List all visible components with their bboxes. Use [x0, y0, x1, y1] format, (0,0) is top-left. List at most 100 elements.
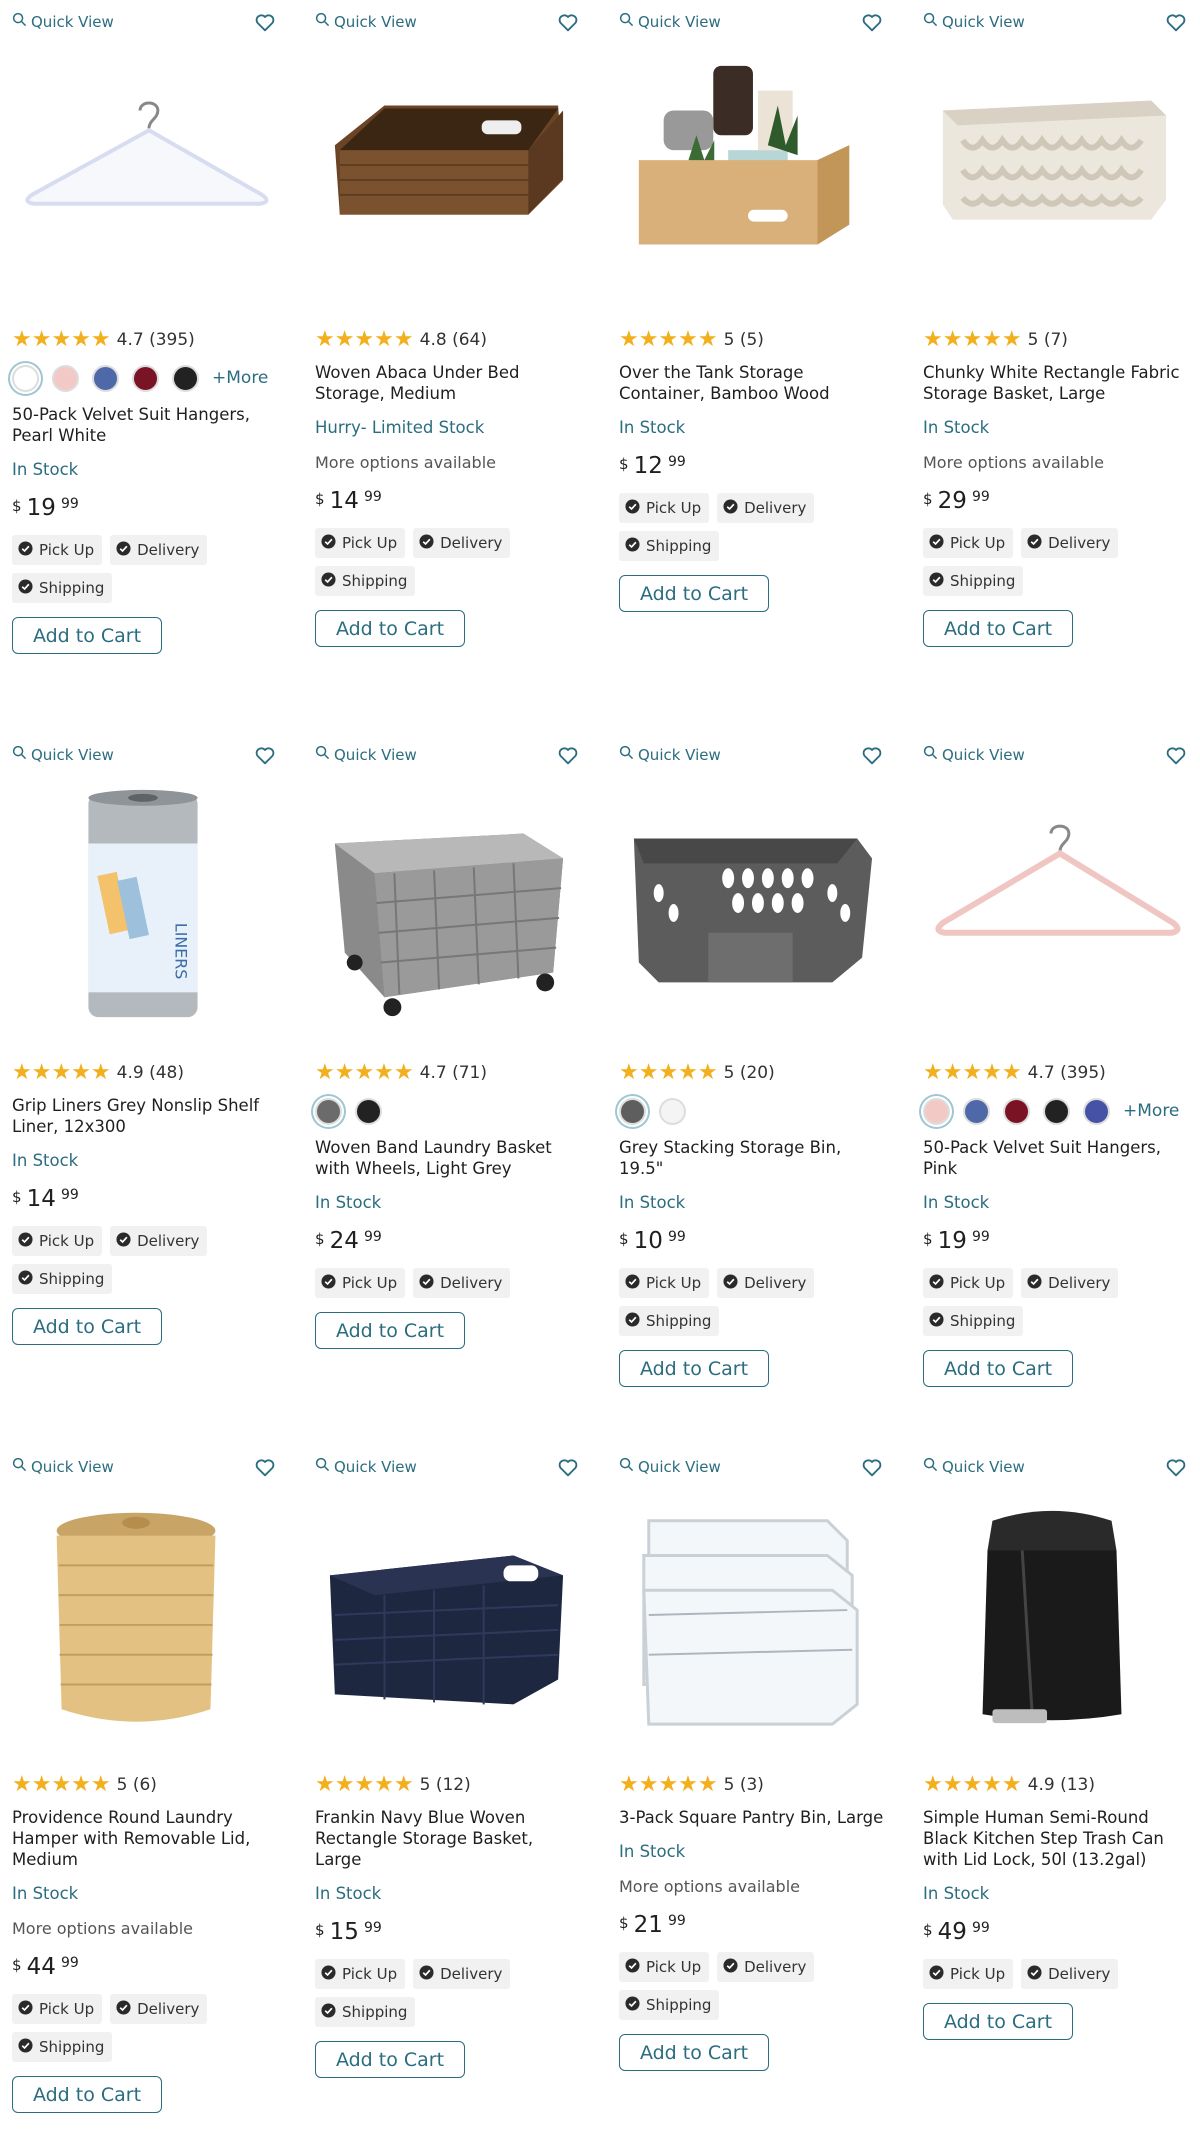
color-swatch[interactable]: [619, 1097, 646, 1125]
product-title[interactable]: Grey Stacking Storage Bin, 19.5": [619, 1137, 887, 1179]
quick-view-link[interactable]: Quick View: [923, 745, 1025, 764]
add-to-cart-button[interactable]: Add to Cart: [12, 2076, 162, 2113]
add-to-cart-button[interactable]: Add to Cart: [619, 2034, 769, 2071]
add-to-cart-button[interactable]: Add to Cart: [315, 610, 465, 647]
add-to-cart-button[interactable]: Add to Cart: [619, 1350, 769, 1387]
add-to-cart-button[interactable]: Add to Cart: [619, 575, 769, 612]
quick-view-label: Quick View: [638, 745, 721, 764]
heart-icon[interactable]: [254, 12, 276, 34]
quick-view-label: Quick View: [334, 745, 417, 764]
color-swatch[interactable]: [92, 364, 119, 392]
product-title[interactable]: Over the Tank Storage Container, Bamboo …: [619, 362, 887, 404]
add-to-cart-button[interactable]: Add to Cart: [12, 1308, 162, 1345]
quick-view-link[interactable]: Quick View: [923, 1457, 1025, 1476]
product-image[interactable]: [619, 783, 877, 1028]
quick-view-link[interactable]: Quick View: [12, 1457, 114, 1476]
product-title[interactable]: 3-Pack Square Pantry Bin, Large: [619, 1807, 887, 1828]
stock-status: In Stock: [923, 1884, 990, 1903]
product-image[interactable]: [923, 50, 1181, 295]
quick-view-link[interactable]: Quick View: [619, 12, 721, 31]
heart-icon[interactable]: [861, 12, 883, 34]
heart-icon[interactable]: [557, 12, 579, 34]
check-icon: [625, 1995, 640, 2015]
product-title[interactable]: Grip Liners Grey Nonslip Shelf Liner, 12…: [12, 1095, 280, 1137]
fulfillment-label: Pick Up: [342, 534, 398, 552]
rating-row: ★★★★★ 4.7 (395): [12, 328, 280, 352]
price-currency: $: [315, 1921, 325, 1939]
product-title[interactable]: 50-Pack Velvet Suit Hangers, Pearl White: [12, 404, 280, 446]
heart-icon[interactable]: [254, 745, 276, 767]
product-image[interactable]: [315, 1495, 573, 1740]
product-image[interactable]: [12, 50, 270, 295]
price: $ 15 99: [315, 1919, 583, 1945]
rating-row: ★★★★★ 4.9 (48): [12, 1061, 280, 1085]
heart-icon[interactable]: [557, 1457, 579, 1479]
price-dollars: 44: [26, 1954, 56, 1980]
product-image[interactable]: [923, 1495, 1181, 1740]
quick-view-link[interactable]: Quick View: [315, 1457, 417, 1476]
add-to-cart-button[interactable]: Add to Cart: [12, 617, 162, 654]
product-title[interactable]: Simple Human Semi-Round Black Kitchen St…: [923, 1807, 1191, 1870]
check-icon: [116, 540, 131, 560]
product-info: ★★★★★ 4.7 (395) +More 50-Pack Velvet Suit H…: [923, 1061, 1191, 1387]
product-title[interactable]: Providence Round Laundry Hamper with Rem…: [12, 1807, 280, 1870]
color-swatch[interactable]: [923, 1097, 950, 1125]
stock-status: In Stock: [923, 418, 990, 437]
product-title[interactable]: Chunky White Rectangle Fabric Storage Ba…: [923, 362, 1191, 404]
search-icon: [315, 12, 330, 31]
heart-icon[interactable]: [1165, 12, 1187, 34]
heart-icon[interactable]: [557, 745, 579, 767]
fulfillment-label: Shipping: [39, 2038, 105, 2056]
product-image[interactable]: [619, 50, 877, 295]
quick-view-link[interactable]: Quick View: [315, 745, 417, 764]
product-title[interactable]: Woven Band Laundry Basket with Wheels, L…: [315, 1137, 583, 1179]
color-swatch[interactable]: [355, 1097, 382, 1125]
heart-icon[interactable]: [861, 1457, 883, 1479]
heart-icon[interactable]: [254, 1457, 276, 1479]
add-to-cart-button[interactable]: Add to Cart: [923, 2003, 1073, 2040]
more-colors-link[interactable]: +More: [1123, 1101, 1179, 1121]
quick-view-link[interactable]: Quick View: [315, 12, 417, 31]
product-image[interactable]: [315, 50, 573, 295]
color-swatch[interactable]: [1083, 1097, 1110, 1125]
price-dollars: 14: [329, 488, 359, 514]
color-swatch[interactable]: [52, 364, 79, 392]
product-image[interactable]: [923, 783, 1181, 1028]
heart-icon[interactable]: [1165, 1457, 1187, 1479]
heart-icon[interactable]: [1165, 745, 1187, 767]
quick-view-link[interactable]: Quick View: [12, 12, 114, 31]
color-swatch[interactable]: [1003, 1097, 1030, 1125]
product-title[interactable]: Frankin Navy Blue Woven Rectangle Storag…: [315, 1807, 583, 1870]
price-cents: 99: [61, 496, 79, 512]
add-to-cart-button[interactable]: Add to Cart: [315, 2041, 465, 2078]
heart-icon[interactable]: [861, 745, 883, 767]
color-swatch[interactable]: [12, 364, 39, 392]
add-to-cart-button[interactable]: Add to Cart: [923, 610, 1073, 647]
star-rating-icon: ★★★★★: [315, 1060, 414, 1085]
quick-view-link[interactable]: Quick View: [619, 745, 721, 764]
color-swatch[interactable]: [315, 1097, 342, 1125]
color-swatch[interactable]: [963, 1097, 990, 1125]
product-title[interactable]: Woven Abaca Under Bed Storage, Medium: [315, 362, 583, 404]
add-to-cart-button[interactable]: Add to Cart: [315, 1312, 465, 1349]
quick-view-link[interactable]: Quick View: [923, 12, 1025, 31]
product-title[interactable]: 50-Pack Velvet Suit Hangers, Pink: [923, 1137, 1191, 1179]
price-cents: 99: [668, 454, 686, 470]
check-icon: [419, 533, 434, 553]
star-rating-icon: ★★★★★: [923, 1060, 1022, 1085]
color-swatch[interactable]: [659, 1097, 686, 1125]
more-colors-link[interactable]: +More: [212, 368, 268, 388]
product-image[interactable]: LINERS: [12, 783, 270, 1028]
quick-view-link[interactable]: Quick View: [12, 745, 114, 764]
quick-view-link[interactable]: Quick View: [619, 1457, 721, 1476]
quick-view-label: Quick View: [31, 12, 114, 31]
star-rating-icon: ★★★★★: [923, 327, 1022, 352]
price: $ 14 99: [315, 488, 583, 514]
product-image[interactable]: [12, 1495, 270, 1740]
product-image[interactable]: [619, 1495, 877, 1740]
color-swatch[interactable]: [132, 364, 159, 392]
color-swatch[interactable]: [172, 364, 199, 392]
add-to-cart-button[interactable]: Add to Cart: [923, 1350, 1073, 1387]
color-swatch[interactable]: [1043, 1097, 1070, 1125]
product-image[interactable]: [315, 783, 573, 1028]
